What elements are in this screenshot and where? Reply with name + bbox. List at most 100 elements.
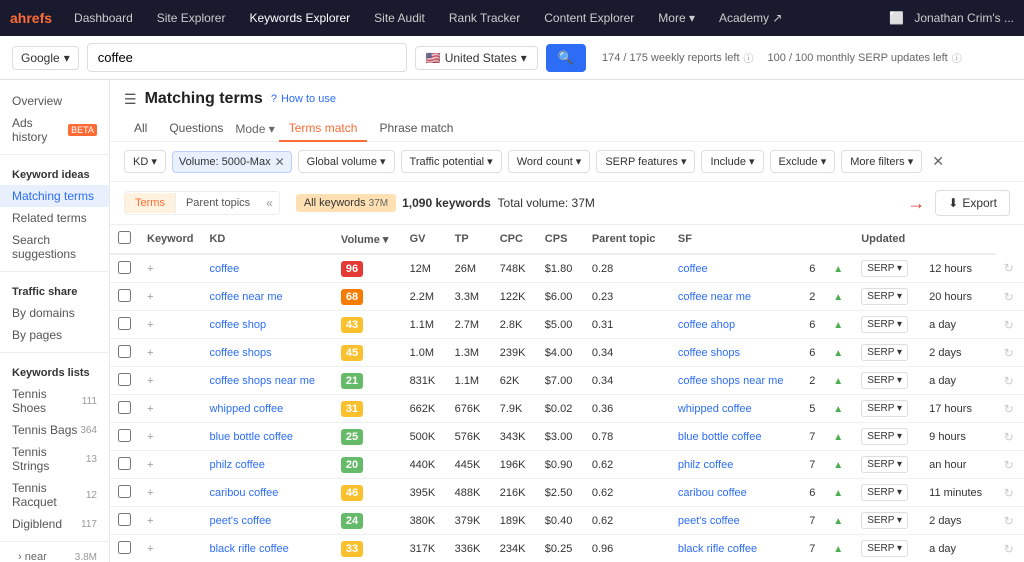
row-refresh[interactable]: ↻: [996, 254, 1024, 283]
row-keyword[interactable]: coffee shops: [201, 339, 332, 367]
row-refresh[interactable]: ↻: [996, 367, 1024, 395]
row-keyword[interactable]: coffee shop: [201, 311, 332, 339]
row-keyword[interactable]: caribou coffee: [201, 479, 332, 507]
row-serp-btn[interactable]: SERP ▾: [853, 507, 921, 535]
row-checkbox[interactable]: [110, 507, 139, 535]
nav-site-explorer[interactable]: Site Explorer: [151, 7, 232, 29]
row-parent-topic[interactable]: black rifle coffee: [670, 535, 801, 562]
row-parent-topic[interactable]: coffee: [670, 254, 801, 283]
row-refresh[interactable]: ↻: [996, 535, 1024, 562]
filter-traffic-potential[interactable]: Traffic potential ▾: [401, 150, 502, 173]
all-keywords-item[interactable]: All keywords 37M: [296, 194, 396, 212]
topics-collapse-icon[interactable]: «: [260, 192, 279, 214]
filter-word-count[interactable]: Word count ▾: [508, 150, 591, 173]
tab-phrase-match[interactable]: Phrase match: [369, 116, 463, 142]
sidebar-item-related-terms[interactable]: Related terms: [0, 207, 109, 229]
row-checkbox[interactable]: [110, 311, 139, 339]
row-parent-topic[interactable]: whipped coffee: [670, 395, 801, 423]
nav-dashboard[interactable]: Dashboard: [68, 7, 139, 29]
row-keyword[interactable]: coffee: [201, 254, 332, 283]
row-plus[interactable]: +: [139, 507, 201, 535]
sidebar-item-digiblend[interactable]: Digiblend 117: [0, 513, 109, 535]
sidebar-item-overview[interactable]: Overview: [0, 90, 109, 112]
row-plus[interactable]: +: [139, 535, 201, 562]
sidebar-item-by-domains[interactable]: By domains: [0, 302, 109, 324]
row-plus[interactable]: +: [139, 339, 201, 367]
row-plus[interactable]: +: [139, 254, 201, 283]
tab-terms-match[interactable]: Terms match: [279, 116, 368, 142]
row-checkbox[interactable]: [110, 254, 139, 283]
row-plus[interactable]: +: [139, 367, 201, 395]
row-keyword[interactable]: peet's coffee: [201, 507, 332, 535]
row-serp-btn[interactable]: SERP ▾: [853, 395, 921, 423]
row-keyword[interactable]: coffee shops near me: [201, 367, 332, 395]
how-to-use-link[interactable]: ? How to use: [271, 93, 336, 105]
row-parent-topic[interactable]: philz coffee: [670, 451, 801, 479]
tab-all[interactable]: All: [124, 116, 157, 142]
sidebar-sub-item[interactable]: › near3.8M: [0, 548, 109, 562]
row-checkbox[interactable]: [110, 535, 139, 562]
row-checkbox[interactable]: [110, 423, 139, 451]
row-refresh[interactable]: ↻: [996, 283, 1024, 311]
col-cps[interactable]: CPS: [537, 225, 584, 254]
filter-global-volume[interactable]: Global volume ▾: [298, 150, 395, 173]
row-refresh[interactable]: ↻: [996, 451, 1024, 479]
filter-kd[interactable]: KD ▾: [124, 150, 166, 173]
sidebar-item-by-pages[interactable]: By pages: [0, 324, 109, 346]
row-plus[interactable]: +: [139, 423, 201, 451]
search-input[interactable]: [87, 43, 407, 72]
row-keyword[interactable]: blue bottle coffee: [201, 423, 332, 451]
row-plus[interactable]: +: [139, 395, 201, 423]
row-keyword[interactable]: whipped coffee: [201, 395, 332, 423]
row-serp-btn[interactable]: SERP ▾: [853, 423, 921, 451]
row-plus[interactable]: +: [139, 451, 201, 479]
row-parent-topic[interactable]: blue bottle coffee: [670, 423, 801, 451]
row-keyword[interactable]: coffee near me: [201, 283, 332, 311]
nav-academy[interactable]: Academy ↗: [713, 7, 788, 29]
row-refresh[interactable]: ↻: [996, 311, 1024, 339]
col-volume[interactable]: Volume ▾: [333, 225, 402, 254]
row-checkbox[interactable]: [110, 367, 139, 395]
row-checkbox[interactable]: [110, 451, 139, 479]
row-plus[interactable]: +: [139, 311, 201, 339]
col-sf[interactable]: SF: [670, 225, 801, 254]
row-checkbox[interactable]: [110, 339, 139, 367]
row-refresh[interactable]: ↻: [996, 479, 1024, 507]
row-serp-btn[interactable]: SERP ▾: [853, 283, 921, 311]
row-checkbox[interactable]: [110, 479, 139, 507]
row-refresh[interactable]: ↻: [996, 423, 1024, 451]
row-serp-btn[interactable]: SERP ▾: [853, 367, 921, 395]
row-parent-topic[interactable]: coffee ahop: [670, 311, 801, 339]
row-serp-btn[interactable]: SERP ▾: [853, 479, 921, 507]
sidebar-item-ads-history[interactable]: Ads history BETA: [0, 112, 109, 148]
row-keyword[interactable]: black rifle coffee: [201, 535, 332, 562]
row-plus[interactable]: +: [139, 283, 201, 311]
nav-rank-tracker[interactable]: Rank Tracker: [443, 7, 526, 29]
row-parent-topic[interactable]: caribou coffee: [670, 479, 801, 507]
nav-more[interactable]: More ▾: [652, 7, 701, 29]
search-button[interactable]: 🔍: [546, 44, 586, 72]
sidebar-item-tennis-bags[interactable]: Tennis Bags 364: [0, 419, 109, 441]
sidebar-item-tennis-strings[interactable]: Tennis Strings 13: [0, 441, 109, 477]
select-all-checkbox[interactable]: [118, 231, 131, 244]
tab-questions[interactable]: Questions: [159, 116, 233, 142]
filter-serp-features[interactable]: SERP features ▾: [596, 150, 695, 173]
row-checkbox[interactable]: [110, 395, 139, 423]
col-cpc[interactable]: CPC: [492, 225, 537, 254]
sidebar-item-search-suggestions[interactable]: Search suggestions: [0, 229, 109, 265]
row-serp-btn[interactable]: SERP ▾: [853, 254, 921, 283]
topics-terms-tab[interactable]: Terms: [125, 193, 176, 213]
filter-include[interactable]: Include ▾: [701, 150, 763, 173]
topics-parent-tab[interactable]: Parent topics: [176, 193, 260, 213]
sidebar-item-tennis-racquet[interactable]: Tennis Racquet 12: [0, 477, 109, 513]
nav-content-explorer[interactable]: Content Explorer: [538, 7, 640, 29]
export-button[interactable]: ⬇ Export: [935, 190, 1010, 216]
col-updated[interactable]: Updated: [853, 225, 921, 254]
row-refresh[interactable]: ↻: [996, 339, 1024, 367]
filter-more[interactable]: More filters ▾: [841, 150, 922, 173]
col-keyword[interactable]: Keyword: [139, 225, 201, 254]
nav-site-audit[interactable]: Site Audit: [368, 7, 431, 29]
country-select[interactable]: 🇺🇸 United States ▾: [415, 46, 538, 70]
row-serp-btn[interactable]: SERP ▾: [853, 311, 921, 339]
engine-select[interactable]: Google ▾: [12, 46, 79, 70]
